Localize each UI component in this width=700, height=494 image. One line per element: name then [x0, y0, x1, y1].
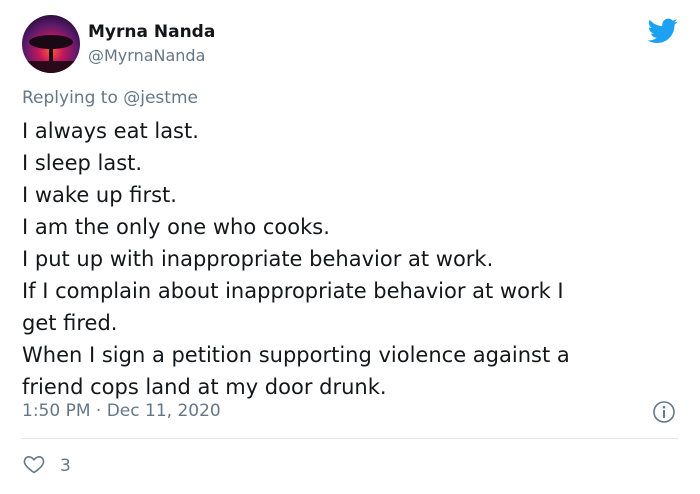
- tweet-line: I am the only one who cooks.: [22, 215, 330, 239]
- tweet-line: friend cops land at my door drunk.: [22, 375, 387, 399]
- tweet-text: I always eat last. I sleep last. I wake …: [22, 115, 672, 403]
- tweet-timestamp[interactable]: 1:50 PM · Dec 11, 2020: [22, 400, 221, 422]
- tweet-line: When I sign a petition supporting violen…: [22, 343, 570, 367]
- user-handle[interactable]: @MyrnaNanda: [88, 46, 205, 66]
- like-button[interactable]: 3: [22, 453, 71, 479]
- tweet-line: I put up with inappropriate behavior at …: [22, 247, 494, 271]
- tweet-line: I wake up first.: [22, 183, 177, 207]
- twitter-bird-icon[interactable]: [647, 18, 678, 44]
- divider: [22, 438, 678, 439]
- avatar[interactable]: [22, 15, 80, 73]
- reply-prefix: Replying to: [22, 88, 118, 108]
- tweet-line: get fired.: [22, 311, 118, 335]
- tweet-line: I sleep last.: [22, 151, 143, 175]
- info-icon[interactable]: [652, 400, 676, 424]
- tweet-line: If I complain about inappropriate behavi…: [22, 279, 564, 303]
- reply-context: Replying to @jestme: [22, 87, 198, 109]
- display-name[interactable]: Myrna Nanda: [88, 21, 215, 43]
- like-count: 3: [60, 456, 71, 476]
- tweet-card: Myrna Nanda @MyrnaNanda Replying to @jes…: [0, 0, 700, 494]
- tweet-line: I always eat last.: [22, 119, 199, 143]
- reply-mention-link[interactable]: @jestme: [123, 88, 198, 108]
- heart-icon: [22, 452, 46, 480]
